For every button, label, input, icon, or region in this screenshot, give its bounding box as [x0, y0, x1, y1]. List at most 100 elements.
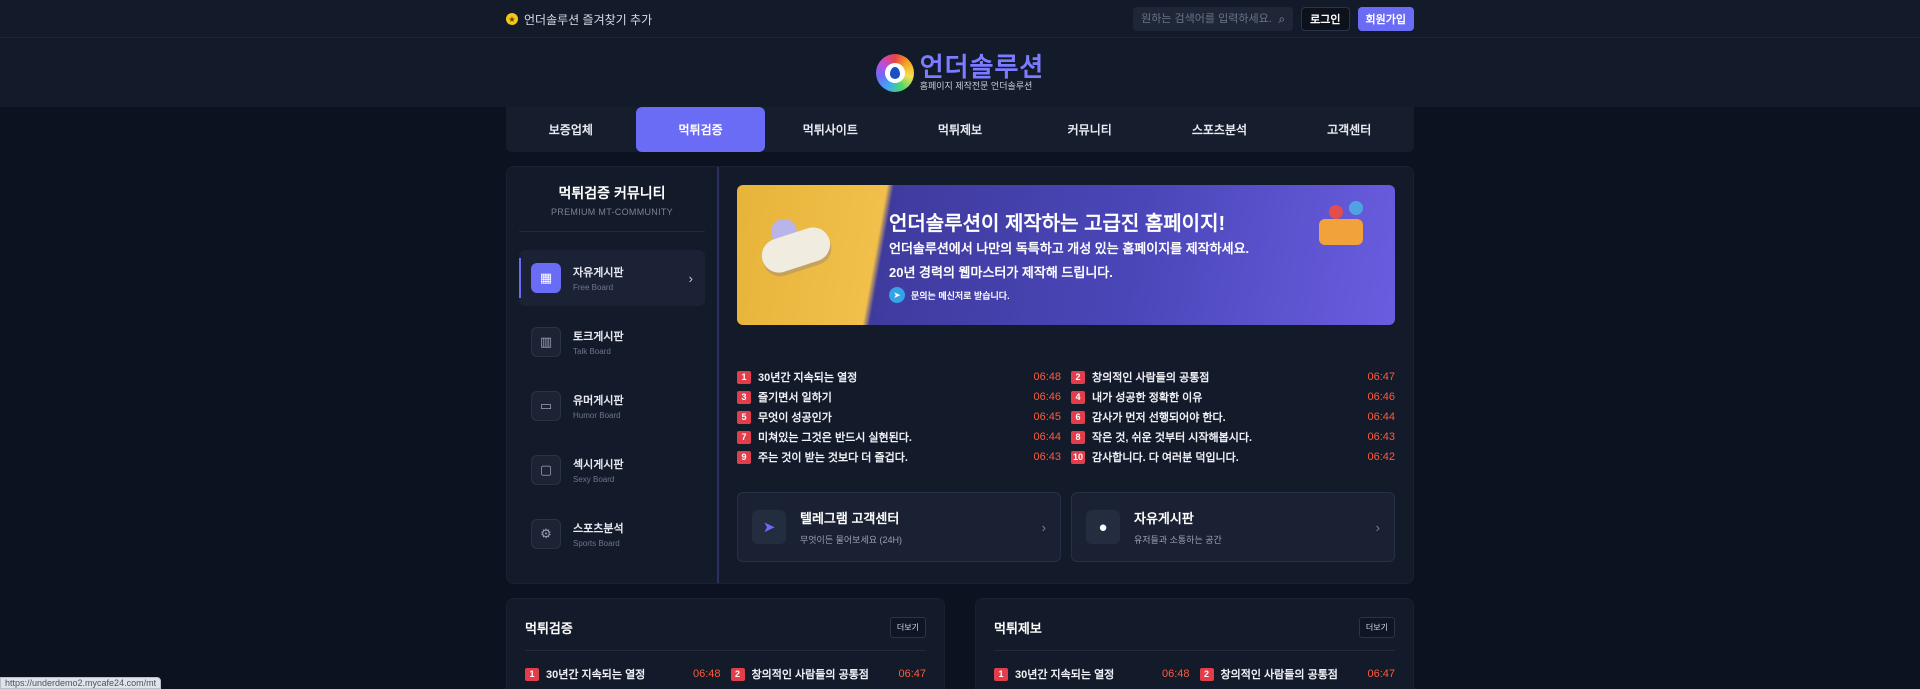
favorite-label: 언더솔루션 즐겨찾기 추가 [524, 12, 653, 27]
divider [519, 231, 705, 232]
bottom-panels: 먹튀검증 더보기 1 30년간 지속되는 열정 06:48 2 창의적인 사람들의 공… [506, 598, 1414, 689]
post-time: 06:43 [1367, 431, 1395, 443]
post-list: 1 30년간 지속되는 열정 06:48 2 창의적인 사람들의 공통점 06:47 [525, 666, 926, 682]
verification-panel: 먹튀검증 더보기 1 30년간 지속되는 열정 06:48 2 창의적인 사람들의 공… [506, 598, 945, 689]
post-time: 06:46 [1033, 391, 1061, 403]
telegram-icon: ➤ [889, 287, 905, 303]
post-title: 창의적인 사람들의 공통점 [1092, 372, 1210, 384]
rank-badge: 7 [737, 430, 751, 444]
post-list: 1 30년간 지속되는 열정 06:48 2 창의적인 사람들의 공통점 06:47 [994, 666, 1395, 682]
list-item[interactable]: 1 30년간 지속되는 열정 06:48 [525, 666, 721, 682]
nav-item-sports-analysis[interactable]: 스포츠분석 [1155, 107, 1285, 152]
sidebar: 먹튀검증 커뮤니티 PREMIUM MT-COMMUNITY ▦ 자유게시판 F… [507, 167, 719, 583]
post-title: 30년간 지속되는 열정 [758, 372, 858, 384]
grid-icon: ▦ [531, 263, 561, 293]
list-item[interactable]: 7 미쳐있는 그것은 반드시 실현된다. 06:44 [737, 429, 1061, 445]
content-area: 언더솔루션이 제작하는 고급진 홈페이지! 언더솔루션에서 나만의 독특하고 개… [719, 167, 1413, 583]
list-item[interactable]: 2 창의적인 사람들의 공통점 06:47 [730, 666, 926, 682]
post-title: 창의적인 사람들의 공통점 [751, 669, 869, 681]
sidebar-item-sub: Sports Board [573, 539, 620, 548]
list-item[interactable]: 9 주는 것이 받는 것보다 더 즐겁다. 06:43 [737, 449, 1061, 465]
rank-badge: 6 [1071, 410, 1085, 424]
sidebar-item-label: 섹시게시판 [573, 459, 624, 471]
list-item[interactable]: 2 창의적인 사람들의 공통점 06:47 [1071, 369, 1395, 385]
site-header: 언더솔루션 홈페이지 제작전문 언더솔루션 [0, 38, 1920, 107]
gear-icon: ⚙ [531, 519, 561, 549]
banner-contact: 문의는 메신저로 받습니다. [911, 290, 1010, 301]
post-time: 06:44 [1367, 411, 1395, 423]
rank-badge: 4 [1071, 390, 1085, 404]
rank-badge: 2 [1199, 667, 1214, 681]
sidebar-item-sub: Humor Board [573, 411, 621, 420]
post-list: 1 30년간 지속되는 열정 06:48 2 창의적인 사람들의 공통점 06:47 3… [737, 369, 1395, 465]
more-button[interactable]: 더보기 [889, 617, 926, 638]
nav-item-report[interactable]: 먹튀제보 [895, 107, 1025, 152]
search-input[interactable] [1141, 13, 1279, 25]
sidebar-item-sports-board[interactable]: ⚙ 스포츠분석 Sports Board [519, 506, 705, 562]
post-title: 무엇이 성공인가 [758, 412, 832, 424]
logo-title: 언더솔루션 [919, 52, 1045, 82]
sidebar-item-label: 스포츠분석 [573, 523, 624, 535]
login-button[interactable]: 로그인 [1301, 7, 1350, 31]
card-title: 텔레그램 고객센터 [800, 511, 900, 526]
list-item[interactable]: 2 창의적인 사람들의 공통점 06:47 [1199, 666, 1395, 682]
list-item[interactable]: 1 30년간 지속되는 열정 06:48 [737, 369, 1061, 385]
post-time: 06:48 [1161, 668, 1190, 680]
post-title: 30년간 지속되는 열정 [546, 669, 646, 681]
list-item[interactable]: 4 내가 성공한 정확한 이유 06:46 [1071, 389, 1395, 405]
top-bar: ★ 언더솔루션 즐겨찾기 추가 ⌕ 로그인 회원가입 [0, 0, 1920, 38]
sidebar-item-free-board[interactable]: ▦ 자유게시판 Free Board › [519, 250, 705, 306]
join-button[interactable]: 회원가입 [1357, 7, 1414, 31]
logo-icon [875, 53, 914, 92]
post-time: 06:47 [1367, 371, 1395, 383]
list-item[interactable]: 6 감사가 먼저 선행되어야 한다. 06:44 [1071, 409, 1395, 425]
banner-headline: 언더솔루션이 제작하는 고급진 홈페이지! [889, 213, 1226, 235]
quick-cards: ➤ 텔레그램 고객센터 무엇이든 물어보세요 (24H) › ● 자유게시판 유… [737, 492, 1395, 562]
post-time: 06:48 [1033, 371, 1061, 383]
post-time: 06:47 [1367, 668, 1395, 680]
favorite-link[interactable]: ★ 언더솔루션 즐겨찾기 추가 [506, 11, 652, 28]
sidebar-item-label: 토크게시판 [573, 331, 624, 343]
nav-item-community[interactable]: 커뮤니티 [1025, 107, 1155, 152]
search-icon[interactable]: ⌕ [1278, 12, 1285, 27]
sidebar-title: 먹튀검증 커뮤니티 [558, 185, 666, 201]
folder-icon: ▭ [531, 391, 561, 421]
more-button[interactable]: 더보기 [1358, 617, 1395, 638]
post-time: 06:48 [692, 668, 721, 680]
chevron-right-icon: › [688, 270, 693, 286]
list-item[interactable]: 8 작은 것, 쉬운 것부터 시작해봅시다. 06:43 [1071, 429, 1395, 445]
chevron-right-icon: › [1041, 519, 1046, 535]
free-board-card[interactable]: ● 자유게시판 유저들과 소통하는 공간 › [1071, 492, 1395, 562]
list-item[interactable]: 1 30년간 지속되는 열정 06:48 [994, 666, 1190, 682]
sidebar-item-talk-board[interactable]: ▥ 토크게시판 Talk Board [519, 314, 705, 370]
post-title: 감사합니다. 다 여러분 덕입니다. [1092, 452, 1239, 464]
post-title: 즐기면서 일하기 [758, 392, 832, 404]
list-item[interactable]: 10 감사합니다. 다 여러분 덕입니다. 06:42 [1071, 449, 1395, 465]
report-panel: 먹튀제보 더보기 1 30년간 지속되는 열정 06:48 2 창의적인 사람들의 공… [975, 598, 1414, 689]
rank-badge: 5 [737, 410, 751, 424]
site-logo[interactable]: 언더솔루션 홈페이지 제작전문 언더솔루션 [875, 52, 1045, 92]
post-time: 06:47 [898, 668, 926, 680]
rank-badge: 8 [1071, 430, 1085, 444]
card-title: 자유게시판 [1134, 511, 1194, 526]
list-item[interactable]: 5 무엇이 성공인가 06:45 [737, 409, 1061, 425]
nav-item-scam-sites[interactable]: 먹튀사이트 [765, 107, 895, 152]
sidebar-item-label: 유머게시판 [573, 395, 624, 407]
sidebar-item-humor-board[interactable]: ▭ 유머게시판 Humor Board [519, 378, 705, 434]
sidebar-item-sexy-board[interactable]: ▢ 섹시게시판 Sexy Board [519, 442, 705, 498]
post-time: 06:46 [1367, 391, 1395, 403]
promo-banner[interactable]: 언더솔루션이 제작하는 고급진 홈페이지! 언더솔루션에서 나만의 독특하고 개… [737, 185, 1395, 325]
nav-item-customer-center[interactable]: 고객센터 [1284, 107, 1414, 152]
panel-title: 먹튀검증 [525, 621, 573, 636]
sidebar-item-label: 자유게시판 [573, 267, 624, 279]
sidebar-subtitle: PREMIUM MT-COMMUNITY [551, 207, 673, 217]
telegram-icon: ➤ [752, 510, 786, 544]
nav-item-verification[interactable]: 먹튀검증 [635, 107, 766, 152]
banner-line: 20년 경력의 웹마스터가 제작해 드립니다. [889, 265, 1113, 280]
rank-badge: 9 [737, 450, 751, 464]
rank-badge: 1 [994, 667, 1008, 681]
nav-item-guaranteed[interactable]: 보증업체 [506, 107, 636, 152]
list-item[interactable]: 3 즐기면서 일하기 06:46 [737, 389, 1061, 405]
telegram-card[interactable]: ➤ 텔레그램 고객센터 무엇이든 물어보세요 (24H) › [737, 492, 1061, 562]
panel-title: 먹튀제보 [994, 621, 1042, 636]
